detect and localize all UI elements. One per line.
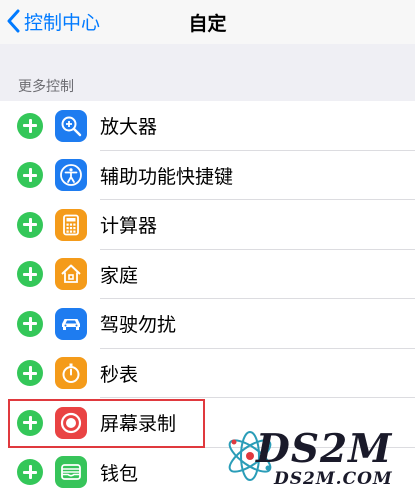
list-item-magnifier[interactable]: 放大器 bbox=[0, 101, 415, 151]
item-label: 放大器 bbox=[100, 116, 158, 139]
list-item-home[interactable]: 家庭 bbox=[0, 250, 415, 300]
accessibility-icon bbox=[55, 159, 87, 192]
highlight-box bbox=[8, 399, 205, 448]
watermark-url: DS2M.COM bbox=[274, 469, 393, 489]
item-label: 钱包 bbox=[100, 462, 139, 485]
list-item-do-not-disturb-driving[interactable]: 驾驶勿扰 bbox=[0, 299, 415, 349]
section-header: 更多控制 bbox=[18, 79, 74, 95]
watermark: DS2M DS2M.COM bbox=[222, 424, 412, 496]
list-item-accessibility-shortcut[interactable]: 辅助功能快捷键 bbox=[0, 151, 415, 201]
add-icon[interactable] bbox=[17, 459, 43, 486]
add-icon[interactable] bbox=[17, 360, 43, 387]
add-icon[interactable] bbox=[17, 261, 43, 288]
item-label: 家庭 bbox=[100, 264, 139, 287]
wallet-icon bbox=[55, 456, 87, 489]
item-label: 秒表 bbox=[100, 363, 139, 386]
list-item-calculator[interactable]: 计算器 bbox=[0, 200, 415, 250]
item-label: 驾驶勿扰 bbox=[100, 314, 177, 337]
add-icon[interactable] bbox=[17, 310, 43, 337]
item-label: 辅助功能快捷键 bbox=[100, 165, 234, 188]
home-icon bbox=[55, 258, 87, 291]
stopwatch-icon bbox=[55, 357, 87, 390]
navigation-bar: 控制中心 自定 bbox=[0, 0, 415, 44]
list-item-stopwatch[interactable]: 秒表 bbox=[0, 349, 415, 399]
watermark-logo: DS2M bbox=[256, 426, 393, 472]
page-title: 自定 bbox=[188, 13, 227, 35]
item-label: 计算器 bbox=[100, 215, 158, 238]
add-icon[interactable] bbox=[17, 162, 43, 189]
magnifier-icon bbox=[55, 109, 87, 142]
car-icon bbox=[55, 307, 87, 340]
calculator-icon bbox=[55, 208, 87, 241]
add-icon[interactable] bbox=[17, 211, 43, 238]
add-icon[interactable] bbox=[17, 112, 43, 139]
